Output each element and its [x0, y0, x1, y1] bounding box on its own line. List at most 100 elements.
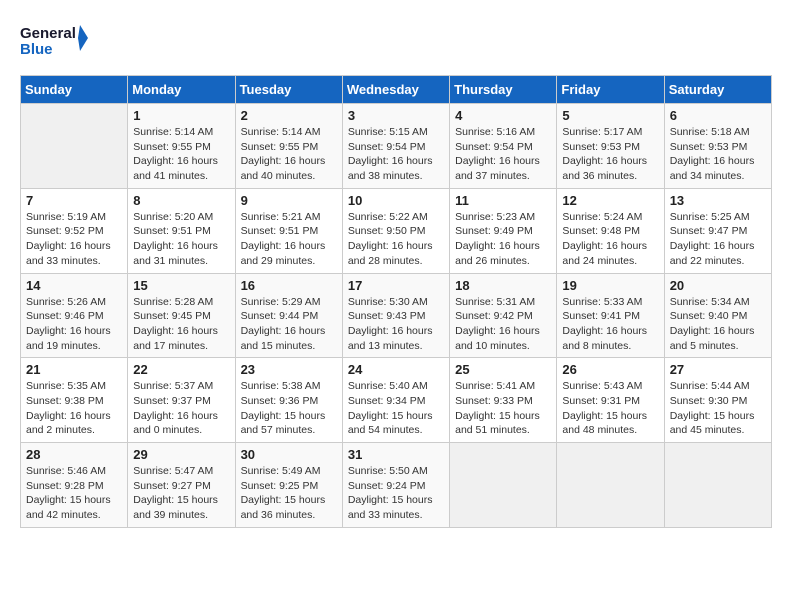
day-header-monday: Monday	[128, 76, 235, 104]
day-info: Sunrise: 5:49 AMSunset: 9:25 PMDaylight:…	[241, 464, 337, 523]
day-number: 3	[348, 108, 444, 123]
day-info: Sunrise: 5:14 AMSunset: 9:55 PMDaylight:…	[241, 125, 337, 184]
calendar-cell: 23 Sunrise: 5:38 AMSunset: 9:36 PMDayligh…	[235, 358, 342, 443]
calendar-week-row: 14 Sunrise: 5:26 AMSunset: 9:46 PMDayligh…	[21, 273, 772, 358]
day-info: Sunrise: 5:30 AMSunset: 9:43 PMDaylight:…	[348, 295, 444, 354]
calendar-header-row: SundayMondayTuesdayWednesdayThursdayFrid…	[21, 76, 772, 104]
day-number: 27	[670, 362, 766, 377]
day-header-tuesday: Tuesday	[235, 76, 342, 104]
calendar-cell: 3 Sunrise: 5:15 AMSunset: 9:54 PMDaylight…	[342, 104, 449, 189]
calendar-cell: 15Sunrise: 5:28 AMSunset: 9:45 PMDayligh…	[128, 273, 235, 358]
svg-text:Blue: Blue	[20, 41, 53, 58]
calendar-cell: 7 Sunrise: 5:19 AMSunset: 9:52 PMDaylight…	[21, 188, 128, 273]
day-number: 30	[241, 447, 337, 462]
day-info: Sunrise: 5:31 AMSunset: 9:42 PMDaylight:…	[455, 295, 551, 354]
logo-svg: General Blue	[20, 20, 90, 65]
day-number: 22	[133, 362, 229, 377]
day-number: 28	[26, 447, 122, 462]
page-header: General Blue	[20, 20, 772, 65]
day-header-wednesday: Wednesday	[342, 76, 449, 104]
calendar-week-row: 28 Sunrise: 5:46 AMSunset: 9:28 PMDayligh…	[21, 443, 772, 528]
calendar-cell: 25 Sunrise: 5:41 AMSunset: 9:33 PMDayligh…	[450, 358, 557, 443]
day-number: 31	[348, 447, 444, 462]
calendar-week-row: 7 Sunrise: 5:19 AMSunset: 9:52 PMDaylight…	[21, 188, 772, 273]
day-number: 10	[348, 193, 444, 208]
day-info: Sunrise: 5:47 AMSunset: 9:27 PMDaylight:…	[133, 464, 229, 523]
calendar-cell	[664, 443, 771, 528]
day-info: Sunrise: 5:26 AMSunset: 9:46 PMDaylight:…	[26, 295, 122, 354]
day-number: 9	[241, 193, 337, 208]
calendar-cell: 22 Sunrise: 5:37 AMSunset: 9:37 PMDayligh…	[128, 358, 235, 443]
calendar-cell: 24 Sunrise: 5:40 AMSunset: 9:34 PMDayligh…	[342, 358, 449, 443]
calendar-table: SundayMondayTuesdayWednesdayThursdayFrid…	[20, 75, 772, 528]
day-info: Sunrise: 5:16 AMSunset: 9:54 PMDaylight:…	[455, 125, 551, 184]
day-number: 4	[455, 108, 551, 123]
day-header-friday: Friday	[557, 76, 664, 104]
calendar-cell: 27Sunrise: 5:44 AMSunset: 9:30 PMDayligh…	[664, 358, 771, 443]
day-info: Sunrise: 5:25 AMSunset: 9:47 PMDaylight:…	[670, 210, 766, 269]
calendar-cell: 26Sunrise: 5:43 AMSunset: 9:31 PMDayligh…	[557, 358, 664, 443]
day-info: Sunrise: 5:23 AMSunset: 9:49 PMDaylight:…	[455, 210, 551, 269]
day-number: 20	[670, 278, 766, 293]
calendar-cell: 30 Sunrise: 5:49 AMSunset: 9:25 PMDayligh…	[235, 443, 342, 528]
day-number: 11	[455, 193, 551, 208]
day-info: Sunrise: 5:41 AMSunset: 9:33 PMDaylight:…	[455, 379, 551, 438]
day-info: Sunrise: 5:40 AMSunset: 9:34 PMDaylight:…	[348, 379, 444, 438]
day-number: 14	[26, 278, 122, 293]
calendar-week-row: 21Sunrise: 5:35 AMSunset: 9:38 PMDayligh…	[21, 358, 772, 443]
calendar-cell: 10 Sunrise: 5:22 AMSunset: 9:50 PMDayligh…	[342, 188, 449, 273]
day-number: 2	[241, 108, 337, 123]
day-info: Sunrise: 5:46 AMSunset: 9:28 PMDaylight:…	[26, 464, 122, 523]
calendar-cell: 4 Sunrise: 5:16 AMSunset: 9:54 PMDaylight…	[450, 104, 557, 189]
day-info: Sunrise: 5:43 AMSunset: 9:31 PMDaylight:…	[562, 379, 658, 438]
day-info: Sunrise: 5:24 AMSunset: 9:48 PMDaylight:…	[562, 210, 658, 269]
calendar-cell: 8 Sunrise: 5:20 AMSunset: 9:51 PMDaylight…	[128, 188, 235, 273]
calendar-cell: 31 Sunrise: 5:50 AMSunset: 9:24 PMDayligh…	[342, 443, 449, 528]
calendar-cell: 19 Sunrise: 5:33 AMSunset: 9:41 PMDayligh…	[557, 273, 664, 358]
day-number: 1	[133, 108, 229, 123]
calendar-cell: 6 Sunrise: 5:18 AMSunset: 9:53 PMDaylight…	[664, 104, 771, 189]
calendar-cell: 17 Sunrise: 5:30 AMSunset: 9:43 PMDayligh…	[342, 273, 449, 358]
day-number: 16	[241, 278, 337, 293]
calendar-week-row: 1 Sunrise: 5:14 AMSunset: 9:55 PMDaylight…	[21, 104, 772, 189]
day-number: 5	[562, 108, 658, 123]
day-info: Sunrise: 5:34 AMSunset: 9:40 PMDaylight:…	[670, 295, 766, 354]
day-number: 29	[133, 447, 229, 462]
calendar-cell: 13 Sunrise: 5:25 AMSunset: 9:47 PMDayligh…	[664, 188, 771, 273]
svg-text:General: General	[20, 25, 76, 42]
day-number: 21	[26, 362, 122, 377]
day-number: 13	[670, 193, 766, 208]
day-number: 17	[348, 278, 444, 293]
day-info: Sunrise: 5:18 AMSunset: 9:53 PMDaylight:…	[670, 125, 766, 184]
day-number: 15	[133, 278, 229, 293]
calendar-cell: 5 Sunrise: 5:17 AMSunset: 9:53 PMDaylight…	[557, 104, 664, 189]
calendar-cell	[450, 443, 557, 528]
day-number: 8	[133, 193, 229, 208]
day-info: Sunrise: 5:38 AMSunset: 9:36 PMDaylight:…	[241, 379, 337, 438]
calendar-cell	[21, 104, 128, 189]
day-info: Sunrise: 5:19 AMSunset: 9:52 PMDaylight:…	[26, 210, 122, 269]
day-number: 25	[455, 362, 551, 377]
day-info: Sunrise: 5:33 AMSunset: 9:41 PMDaylight:…	[562, 295, 658, 354]
day-info: Sunrise: 5:22 AMSunset: 9:50 PMDaylight:…	[348, 210, 444, 269]
day-info: Sunrise: 5:20 AMSunset: 9:51 PMDaylight:…	[133, 210, 229, 269]
day-info: Sunrise: 5:37 AMSunset: 9:37 PMDaylight:…	[133, 379, 229, 438]
calendar-cell	[557, 443, 664, 528]
day-number: 6	[670, 108, 766, 123]
day-header-saturday: Saturday	[664, 76, 771, 104]
calendar-cell: 28 Sunrise: 5:46 AMSunset: 9:28 PMDayligh…	[21, 443, 128, 528]
day-info: Sunrise: 5:50 AMSunset: 9:24 PMDaylight:…	[348, 464, 444, 523]
logo: General Blue	[20, 20, 90, 65]
day-number: 12	[562, 193, 658, 208]
day-info: Sunrise: 5:17 AMSunset: 9:53 PMDaylight:…	[562, 125, 658, 184]
day-info: Sunrise: 5:15 AMSunset: 9:54 PMDaylight:…	[348, 125, 444, 184]
day-number: 23	[241, 362, 337, 377]
day-info: Sunrise: 5:21 AMSunset: 9:51 PMDaylight:…	[241, 210, 337, 269]
day-number: 19	[562, 278, 658, 293]
day-number: 18	[455, 278, 551, 293]
day-number: 24	[348, 362, 444, 377]
calendar-cell: 16Sunrise: 5:29 AMSunset: 9:44 PMDayligh…	[235, 273, 342, 358]
day-header-thursday: Thursday	[450, 76, 557, 104]
day-number: 7	[26, 193, 122, 208]
calendar-cell: 18 Sunrise: 5:31 AMSunset: 9:42 PMDayligh…	[450, 273, 557, 358]
